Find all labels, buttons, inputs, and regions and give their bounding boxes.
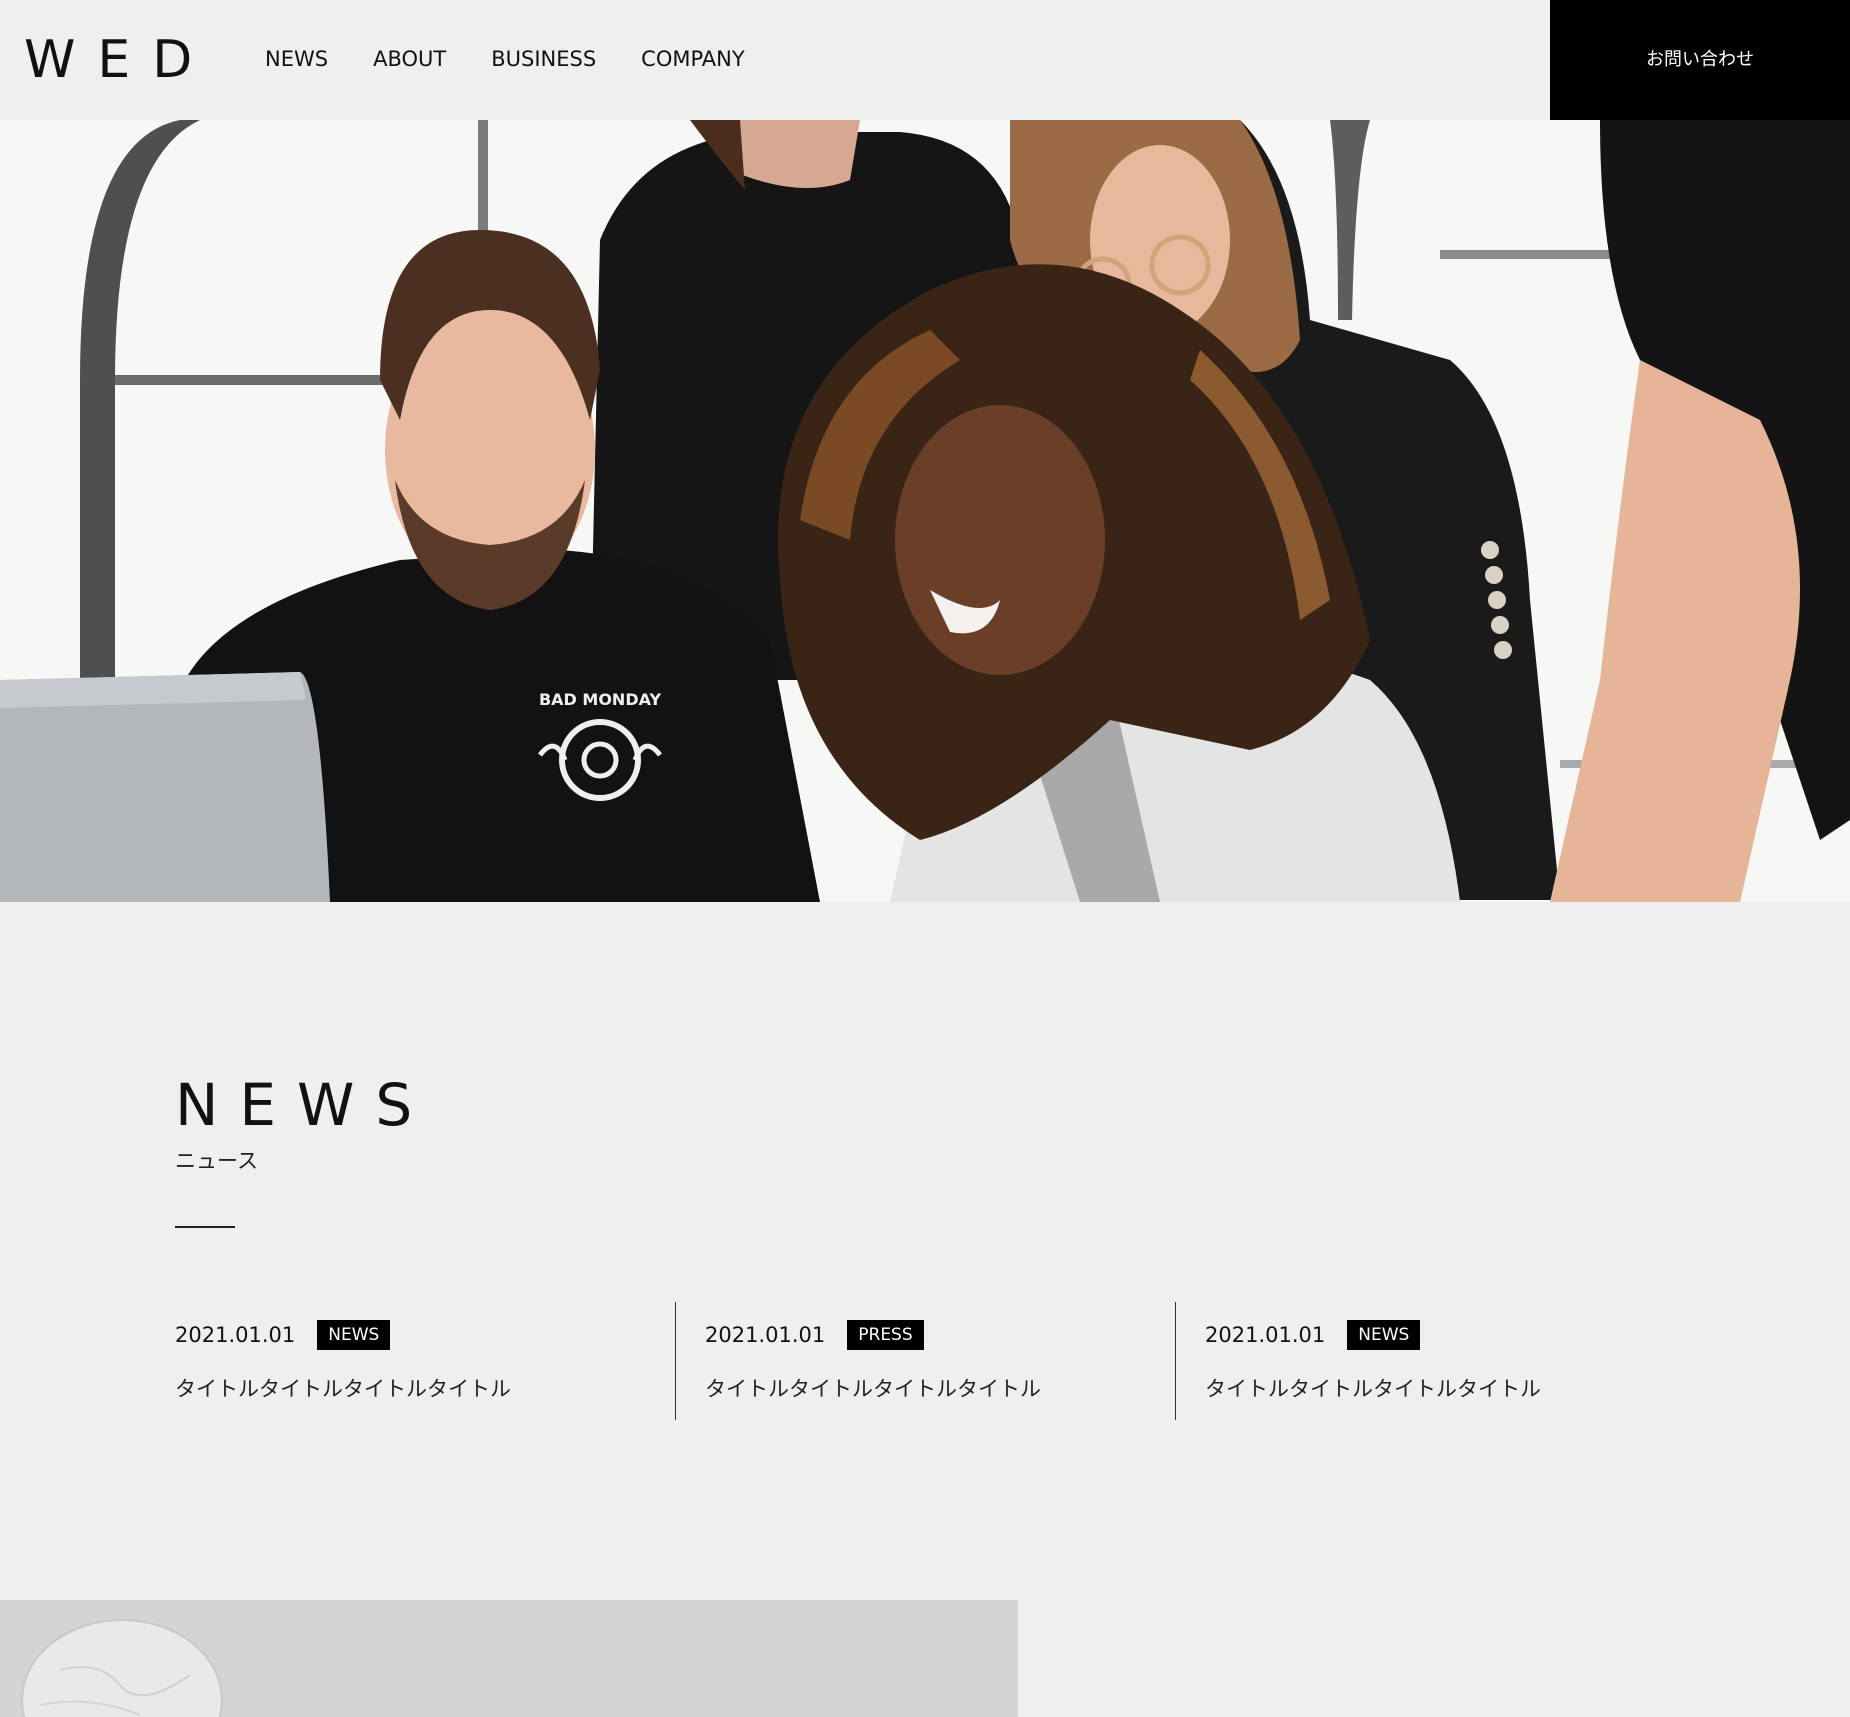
shirt-print-text: BAD MONDAY	[539, 690, 661, 709]
news-category-tag: PRESS	[847, 1320, 924, 1350]
site-header: WED NEWS ABOUT BUSINESS COMPANY お問い合わせ	[0, 0, 1850, 120]
news-meta: 2021.01.01 NEWS	[175, 1320, 391, 1350]
nav-item-news[interactable]: NEWS	[265, 44, 328, 74]
marble-table-photo	[0, 1600, 1018, 1717]
main-nav: NEWS ABOUT BUSINESS COMPANY	[265, 44, 745, 74]
news-meta: 2021.01.01 PRESS	[705, 1320, 924, 1350]
news-date: 2021.01.01	[1205, 1323, 1326, 1347]
news-meta: 2021.01.01 NEWS	[1205, 1320, 1421, 1350]
news-divider-rule	[175, 1226, 235, 1228]
contact-button[interactable]: お問い合わせ	[1550, 0, 1850, 120]
news-title[interactable]: タイトルタイトルタイトルタイトル	[1205, 1374, 1541, 1404]
news-date: 2021.01.01	[175, 1323, 296, 1347]
news-subheading: ニュース	[175, 1149, 258, 1173]
hero-image: BAD MONDAY	[0, 120, 1850, 902]
news-heading: NEWS	[175, 1071, 434, 1139]
news-title[interactable]: タイトルタイトルタイトルタイトル	[705, 1374, 1041, 1404]
news-list: 2021.01.01 NEWS タイトルタイトルタイトルタイトル 2021.01…	[175, 1302, 1675, 1420]
about-image	[0, 1600, 1018, 1717]
nav-item-business[interactable]: BUSINESS	[491, 44, 596, 74]
nav-item-company[interactable]: COMPANY	[641, 44, 745, 74]
site-logo[interactable]: WED	[24, 28, 214, 92]
news-date: 2021.01.01	[705, 1323, 826, 1347]
column-divider	[675, 1302, 676, 1420]
news-item[interactable]: 2021.01.01 NEWS タイトルタイトルタイトルタイトル	[1175, 1302, 1675, 1420]
nav-item-about[interactable]: ABOUT	[373, 44, 446, 74]
news-title[interactable]: タイトルタイトルタイトルタイトル	[175, 1374, 511, 1404]
news-category-tag: NEWS	[1347, 1320, 1421, 1350]
hero-team-photo: BAD MONDAY	[0, 120, 1850, 902]
column-divider	[1175, 1302, 1176, 1420]
news-item[interactable]: 2021.01.01 PRESS タイトルタイトルタイトルタイトル	[675, 1302, 1175, 1420]
news-category-tag: NEWS	[317, 1320, 391, 1350]
news-item[interactable]: 2021.01.01 NEWS タイトルタイトルタイトルタイトル	[175, 1302, 675, 1420]
